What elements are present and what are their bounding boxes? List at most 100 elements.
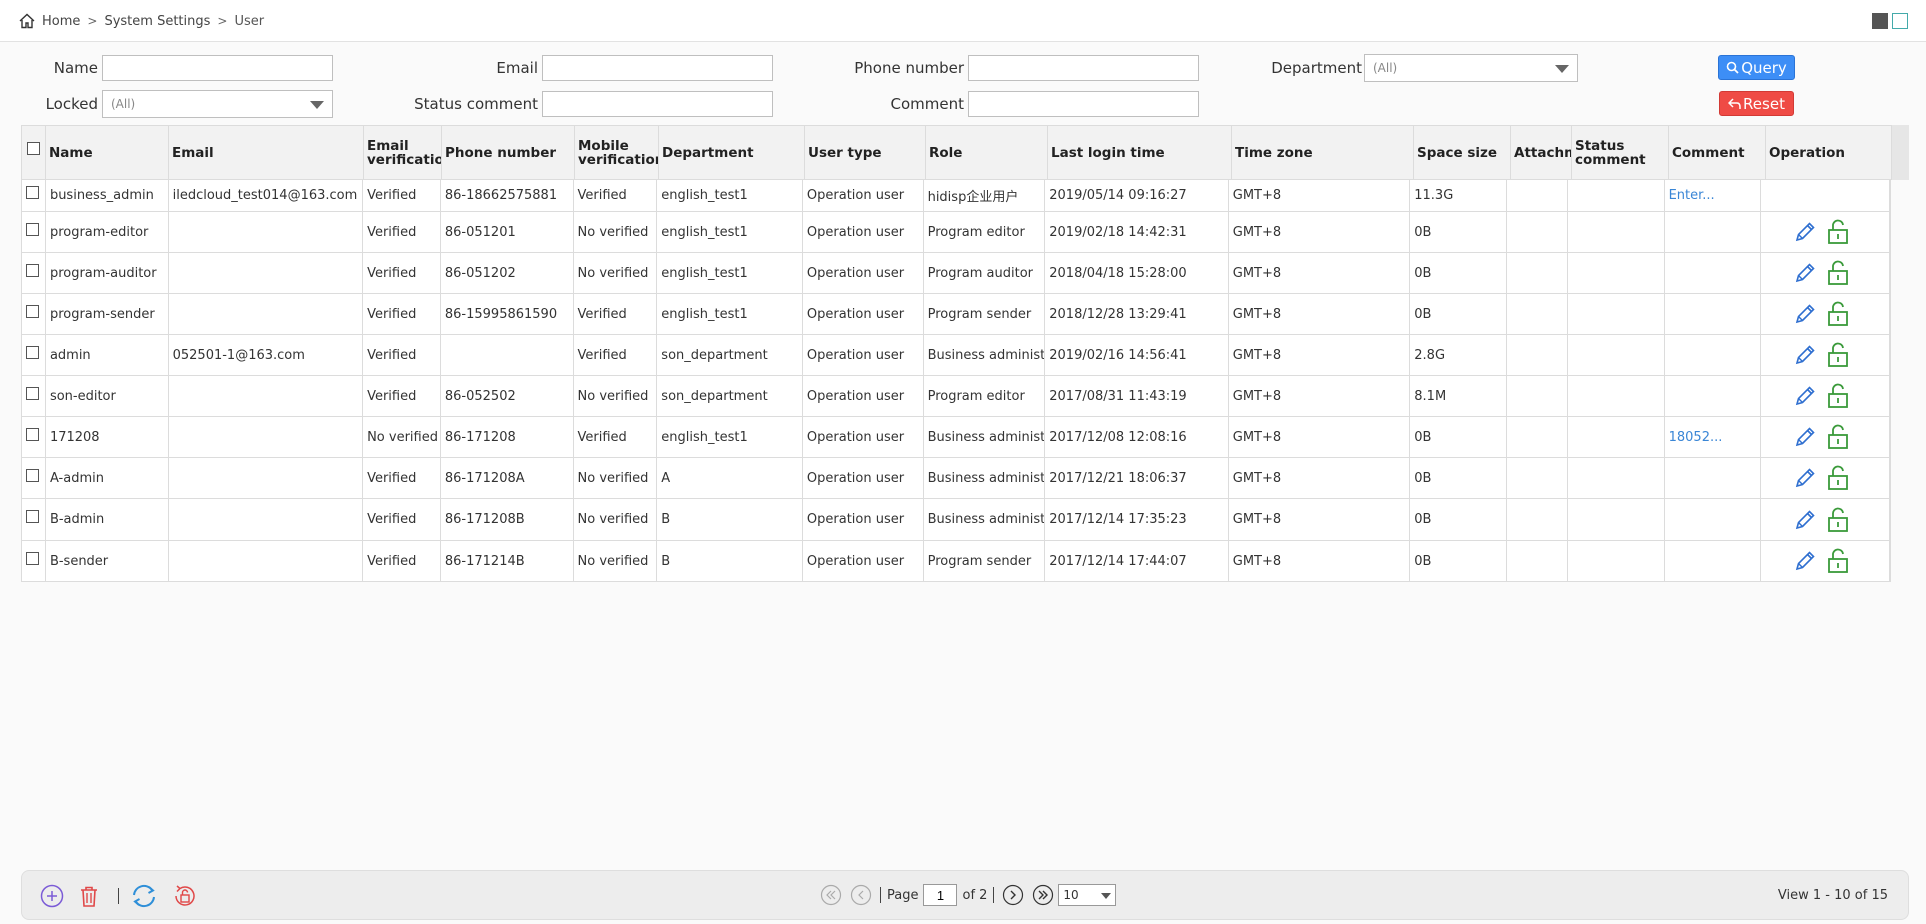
locked-select[interactable]: (All) (102, 90, 333, 118)
column-header-space-size[interactable]: Space size (1414, 126, 1511, 179)
table-row[interactable]: A-admin Verified 86-171208A No verified A Ope… (22, 458, 1890, 499)
cell-time-zone: GMT+8 (1229, 417, 1411, 457)
select-all-checkbox[interactable] (27, 142, 40, 155)
name-input[interactable] (102, 55, 333, 81)
cell-space-size: 2.8G (1410, 335, 1508, 375)
department-select[interactable]: (All) (1364, 54, 1578, 82)
unlock-icon[interactable] (1826, 424, 1850, 450)
row-checkbox[interactable] (26, 345, 39, 359)
unlock-icon[interactable] (1826, 383, 1850, 409)
query-button[interactable]: Query (1718, 55, 1795, 80)
pencil-icon[interactable] (1793, 508, 1817, 532)
table-row[interactable]: program-sender Verified 86-15995861590 Veri… (22, 294, 1890, 335)
row-checkbox[interactable] (26, 222, 39, 236)
trash-icon[interactable] (76, 883, 102, 909)
column-header-last-login-time[interactable]: Last login time (1048, 126, 1232, 179)
column-header-email-verification[interactable]: Email verification (364, 126, 442, 179)
dark-view-icon[interactable] (1872, 13, 1888, 29)
row-checkbox[interactable] (26, 427, 39, 441)
column-header-name[interactable]: Name (46, 126, 169, 179)
pencil-icon[interactable] (1793, 466, 1817, 490)
column-header-operation[interactable]: Operation (1766, 126, 1895, 179)
row-select-cell (22, 212, 46, 252)
add-icon[interactable] (39, 883, 65, 909)
unlock-icon[interactable] (1826, 507, 1850, 533)
table-row[interactable]: 171208 No verified 86-171208 Verified englis… (22, 417, 1890, 458)
light-view-icon[interactable] (1892, 13, 1908, 29)
cell-email-verification: Verified (363, 180, 441, 211)
column-header-attachment[interactable]: Attachm (1511, 126, 1572, 179)
column-header-phone-number[interactable]: Phone number (442, 126, 575, 179)
table-row[interactable]: program-auditor Verified 86-051202 No verif… (22, 253, 1890, 294)
pencil-icon[interactable] (1793, 384, 1817, 408)
column-header-status-comment[interactable]: Status comment (1572, 126, 1669, 179)
table-row[interactable]: B-admin Verified 86-171208B No verified B Ope… (22, 499, 1890, 541)
page-number-input[interactable] (923, 884, 958, 906)
row-checkbox[interactable] (26, 468, 39, 482)
table-row[interactable]: B-sender Verified 86-171214B No verified B Op… (22, 541, 1890, 582)
page-label: Page (887, 887, 919, 903)
table-body: business_admin iledcloud_test014@163.com V… (21, 180, 1891, 582)
pencil-icon[interactable] (1793, 425, 1817, 449)
cell-email-verification: Verified (363, 335, 441, 375)
pencil-icon[interactable] (1793, 261, 1817, 285)
status-comment-input[interactable] (542, 91, 773, 117)
phone-input[interactable] (968, 55, 1199, 81)
unlock-icon[interactable] (1826, 342, 1850, 368)
home-icon[interactable] (18, 12, 36, 30)
unlock-icon[interactable] (1826, 548, 1850, 574)
cell-comment[interactable]: 18052... (1665, 417, 1762, 457)
row-checkbox[interactable] (26, 304, 39, 318)
breadcrumb-system-settings[interactable]: System Settings (104, 14, 210, 29)
page-size-select[interactable]: 10 (1058, 884, 1117, 906)
row-checkbox[interactable] (26, 386, 39, 400)
column-header-email[interactable]: Email (169, 126, 364, 179)
column-header-comment[interactable]: Comment (1669, 126, 1766, 179)
cell-phone-number: 86-15995861590 (441, 294, 574, 334)
cell-comment[interactable]: Enter... (1665, 180, 1762, 211)
breadcrumb-home[interactable]: Home (42, 14, 80, 29)
email-input[interactable] (542, 55, 773, 81)
reset-button[interactable]: Reset (1719, 91, 1794, 116)
cell-attachment (1507, 253, 1568, 293)
cell-mobile-verification: Verified (574, 417, 658, 457)
row-checkbox[interactable] (26, 551, 39, 565)
first-page-icon[interactable] (820, 884, 842, 906)
cell-role: Business administrator (924, 417, 1046, 457)
refresh-icon[interactable] (130, 883, 158, 909)
reset-button-label: Reset (1743, 94, 1785, 113)
pencil-icon[interactable] (1793, 220, 1817, 244)
scrollbar[interactable] (1891, 125, 1909, 180)
unlock-icon[interactable] (1826, 465, 1850, 491)
pencil-icon[interactable] (1793, 302, 1817, 326)
cell-user-type: Operation user (803, 458, 924, 498)
department-select-value: (All) (1373, 61, 1398, 75)
unlock-icon[interactable] (1826, 301, 1850, 327)
page-of-label: of 2 (962, 887, 988, 903)
pencil-icon[interactable] (1793, 549, 1817, 573)
column-header-role[interactable]: Role (926, 126, 1048, 179)
table-row[interactable]: business_admin iledcloud_test014@163.com V… (22, 180, 1890, 212)
last-page-icon[interactable] (1032, 884, 1054, 906)
table-row[interactable]: admin 052501-1@163.com Verified Verified son… (22, 335, 1890, 376)
row-checkbox[interactable] (26, 186, 39, 199)
pencil-icon[interactable] (1793, 343, 1817, 367)
prev-page-icon[interactable] (850, 884, 872, 906)
caret-down-icon (310, 101, 324, 109)
cell-mobile-verification: No verified (574, 458, 658, 498)
column-header-mobile-verification[interactable]: Mobile verification (575, 126, 659, 179)
table-row[interactable]: program-editor Verified 86-051201 No verifi… (22, 212, 1890, 253)
unlock-icon[interactable] (1826, 219, 1850, 245)
cell-time-zone: GMT+8 (1229, 499, 1411, 540)
row-checkbox[interactable] (26, 510, 39, 523)
table-row[interactable]: son-editor Verified 86-052502 No verified so… (22, 376, 1890, 417)
column-header-user-type[interactable]: User type (805, 126, 926, 179)
cell-time-zone: GMT+8 (1229, 294, 1411, 334)
next-page-icon[interactable] (1002, 884, 1024, 906)
unlock-icon[interactable] (172, 883, 198, 909)
comment-input[interactable] (968, 91, 1199, 117)
column-header-department[interactable]: Department (659, 126, 805, 179)
column-header-time-zone[interactable]: Time zone (1232, 126, 1414, 179)
unlock-icon[interactable] (1826, 260, 1850, 286)
row-checkbox[interactable] (26, 263, 39, 277)
